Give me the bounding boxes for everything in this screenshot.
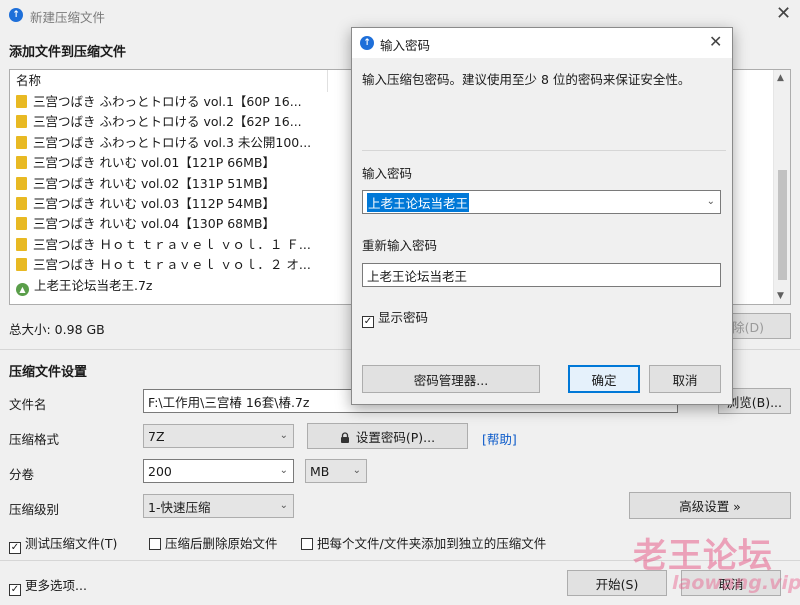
chevron-down-icon: ⌄	[279, 464, 288, 476]
list-item-name: 三宫つばき れいむ vol.02【131P 51MB】	[33, 175, 275, 191]
filename-label: 文件名	[9, 397, 47, 412]
dialog-divider	[362, 150, 726, 151]
chevron-down-icon: ⌄	[352, 464, 361, 476]
list-item-name: 三宫つばき れいむ vol.04【130P 68MB】	[33, 216, 275, 232]
list-item-name: 上老王论坛当老王.7z	[34, 277, 153, 293]
watermark-url: laowang.vip	[672, 572, 800, 594]
checkbox-checked-icon: ✓	[9, 542, 21, 554]
total-size: 总大小: 0.98 GB	[9, 322, 105, 337]
column-header-name[interactable]: 名称	[10, 70, 328, 92]
delete-originals-checkbox[interactable]: 压缩后删除原始文件	[149, 533, 278, 552]
checkbox-unchecked-icon	[301, 538, 313, 550]
filename-value: F:\工作用\三宫椿 16套\椿.7z	[148, 394, 310, 410]
set-password-label: 设置密码(P)...	[355, 429, 436, 445]
show-password-label: 显示密码	[378, 310, 429, 325]
archive-icon: ▲	[16, 282, 29, 296]
dialog-titlebar: ↑ 输入密码 ✕	[352, 28, 732, 58]
list-item[interactable]: 三宫つばき ふわっとトロける vol.2【62P 16...	[16, 112, 302, 132]
list-item-name: 三宫つばき ふわっとトロける vol.3 未公開100...	[33, 134, 312, 150]
folder-icon	[16, 197, 27, 210]
scroll-up-icon[interactable]: ▲	[777, 73, 784, 83]
close-icon[interactable]: ✕	[776, 5, 791, 23]
chevron-down-icon: ⌄	[279, 499, 288, 511]
list-item-name: 三宫つばき れいむ vol.03【112P 54MB】	[33, 196, 275, 211]
folder-icon	[16, 217, 27, 231]
scroll-thumb[interactable]	[778, 170, 787, 280]
format-select[interactable]: 7Z ⌄	[143, 424, 294, 448]
volume-size-value: 200	[148, 463, 172, 479]
test-archive-checkbox[interactable]: ✓ 测试压缩文件(T)	[9, 533, 117, 554]
app-icon: ↑	[9, 8, 23, 22]
list-item[interactable]: 三宫つばき Ｈｏｔ ｔｒａｖｅｌ ｖｏｌ．１ Ｆ...	[16, 235, 311, 255]
chevron-down-icon: ⌄	[279, 429, 288, 441]
folder-icon	[16, 115, 27, 129]
volume-size-combobox[interactable]: 200 ⌄	[143, 459, 294, 483]
level-select[interactable]: 1-快速压缩 ⌄	[143, 494, 294, 518]
dialog-close-icon[interactable]: ✕	[709, 33, 722, 51]
password-manager-button[interactable]: 密码管理器...	[362, 365, 540, 393]
set-password-button[interactable]: 设置密码(P)...	[307, 423, 468, 449]
list-item[interactable]: 三宫つばき れいむ vol.03【112P 54MB】	[16, 194, 275, 214]
password-value: 上老王论坛当老王	[367, 192, 470, 212]
password-dialog: ↑ 输入密码 ✕ 输入压缩包密码。建议使用至少 8 位的密码来保证安全性。 输入…	[351, 27, 733, 405]
checkbox-checked-icon: ✓	[9, 584, 21, 596]
folder-icon	[16, 156, 27, 170]
window-titlebar: ↑ 新建压缩文件 ✕	[0, 0, 800, 30]
test-archive-label: 测试压缩文件(T)	[25, 536, 118, 551]
scroll-down-icon[interactable]: ▼	[777, 291, 784, 301]
checkbox-unchecked-icon	[149, 538, 161, 550]
dialog-title: 输入密码	[380, 38, 431, 53]
password-combobox[interactable]: 上老王论坛当老王 ⌄	[362, 190, 721, 214]
list-item-name: 三宫つばき ふわっとトロける vol.2【62P 16...	[33, 114, 302, 130]
format-label: 压缩格式	[9, 432, 60, 447]
lock-icon	[340, 431, 350, 443]
dialog-description: 输入压缩包密码。建议使用至少 8 位的密码来保证安全性。	[362, 72, 691, 87]
advanced-settings-button[interactable]: 高级设置 »	[629, 492, 791, 519]
chevron-down-icon: ⌄	[706, 195, 715, 207]
list-item[interactable]: 三宫つばき れいむ vol.01【121P 66MB】	[16, 153, 275, 173]
level-label: 压缩级别	[9, 502, 60, 517]
folder-icon	[16, 176, 27, 190]
list-item[interactable]: 三宫つばき ふわっとトロける vol.1【60P 16...	[16, 92, 302, 112]
reenter-value: 上老王论坛当老王	[367, 268, 468, 284]
list-item-name: 三宫つばき Ｈｏｔ ｔｒａｖｅｌ ｖｏｌ．１ Ｆ...	[33, 236, 311, 252]
dialog-cancel-button[interactable]: 取消	[649, 365, 721, 393]
help-link[interactable]: [帮助]	[482, 429, 517, 448]
window-title: 新建压缩文件	[30, 10, 106, 25]
checkbox-checked-icon: ✓	[362, 316, 374, 328]
list-item[interactable]: 三宫つばき れいむ vol.02【131P 51MB】	[16, 174, 275, 194]
list-item-name: 三宫つばき Ｈｏｔ ｔｒａｖｅｌ ｖｏｌ．２ オ...	[33, 257, 311, 273]
delete-originals-label: 压缩后删除原始文件	[165, 536, 278, 551]
ok-button[interactable]: 确定	[568, 365, 640, 393]
more-options-checkbox[interactable]: ✓ 更多选项...	[9, 575, 87, 596]
file-list-scrollbar[interactable]: ▲ ▼	[773, 70, 790, 304]
level-value: 1-快速压缩	[148, 499, 211, 515]
list-item[interactable]: 三宫つばき ふわっとトロける vol.3 未公開100...	[16, 133, 311, 153]
folder-icon	[16, 135, 27, 149]
list-item-name: 三宫つばき れいむ vol.01【121P 66MB】	[33, 155, 275, 171]
show-password-checkbox[interactable]: ✓ 显示密码	[362, 307, 428, 328]
volume-unit-select[interactable]: MB ⌄	[305, 459, 367, 483]
reenter-label: 重新输入密码	[362, 238, 438, 253]
format-value: 7Z	[148, 428, 165, 444]
list-item[interactable]: 三宫つばき れいむ vol.04【130P 68MB】	[16, 214, 275, 234]
files-heading: 添加文件到压缩文件	[9, 45, 127, 60]
reenter-password-input[interactable]: 上老王论坛当老王	[362, 263, 721, 287]
app-icon: ↑	[360, 36, 374, 50]
separate-archives-checkbox[interactable]: 把每个文件/文件夹添加到独立的压缩文件	[301, 533, 546, 552]
volume-label: 分卷	[9, 467, 35, 482]
more-options-label: 更多选项...	[25, 578, 87, 593]
password-label: 输入密码	[362, 166, 413, 181]
folder-icon	[16, 258, 27, 272]
list-item[interactable]: 三宫つばき Ｈｏｔ ｔｒａｖｅｌ ｖｏｌ．２ オ...	[16, 255, 311, 275]
watermark-text: 老王论坛	[633, 536, 773, 576]
list-item-name: 三宫つばき ふわっとトロける vol.1【60P 16...	[33, 94, 302, 109]
separate-archives-label: 把每个文件/文件夹添加到独立的压缩文件	[317, 536, 547, 551]
volume-unit-value: MB	[310, 463, 330, 479]
list-item[interactable]: ▲ 上老王论坛当老王.7z	[16, 276, 153, 296]
settings-heading: 压缩文件设置	[9, 365, 88, 380]
folder-icon	[16, 237, 27, 251]
folder-icon	[16, 95, 27, 108]
